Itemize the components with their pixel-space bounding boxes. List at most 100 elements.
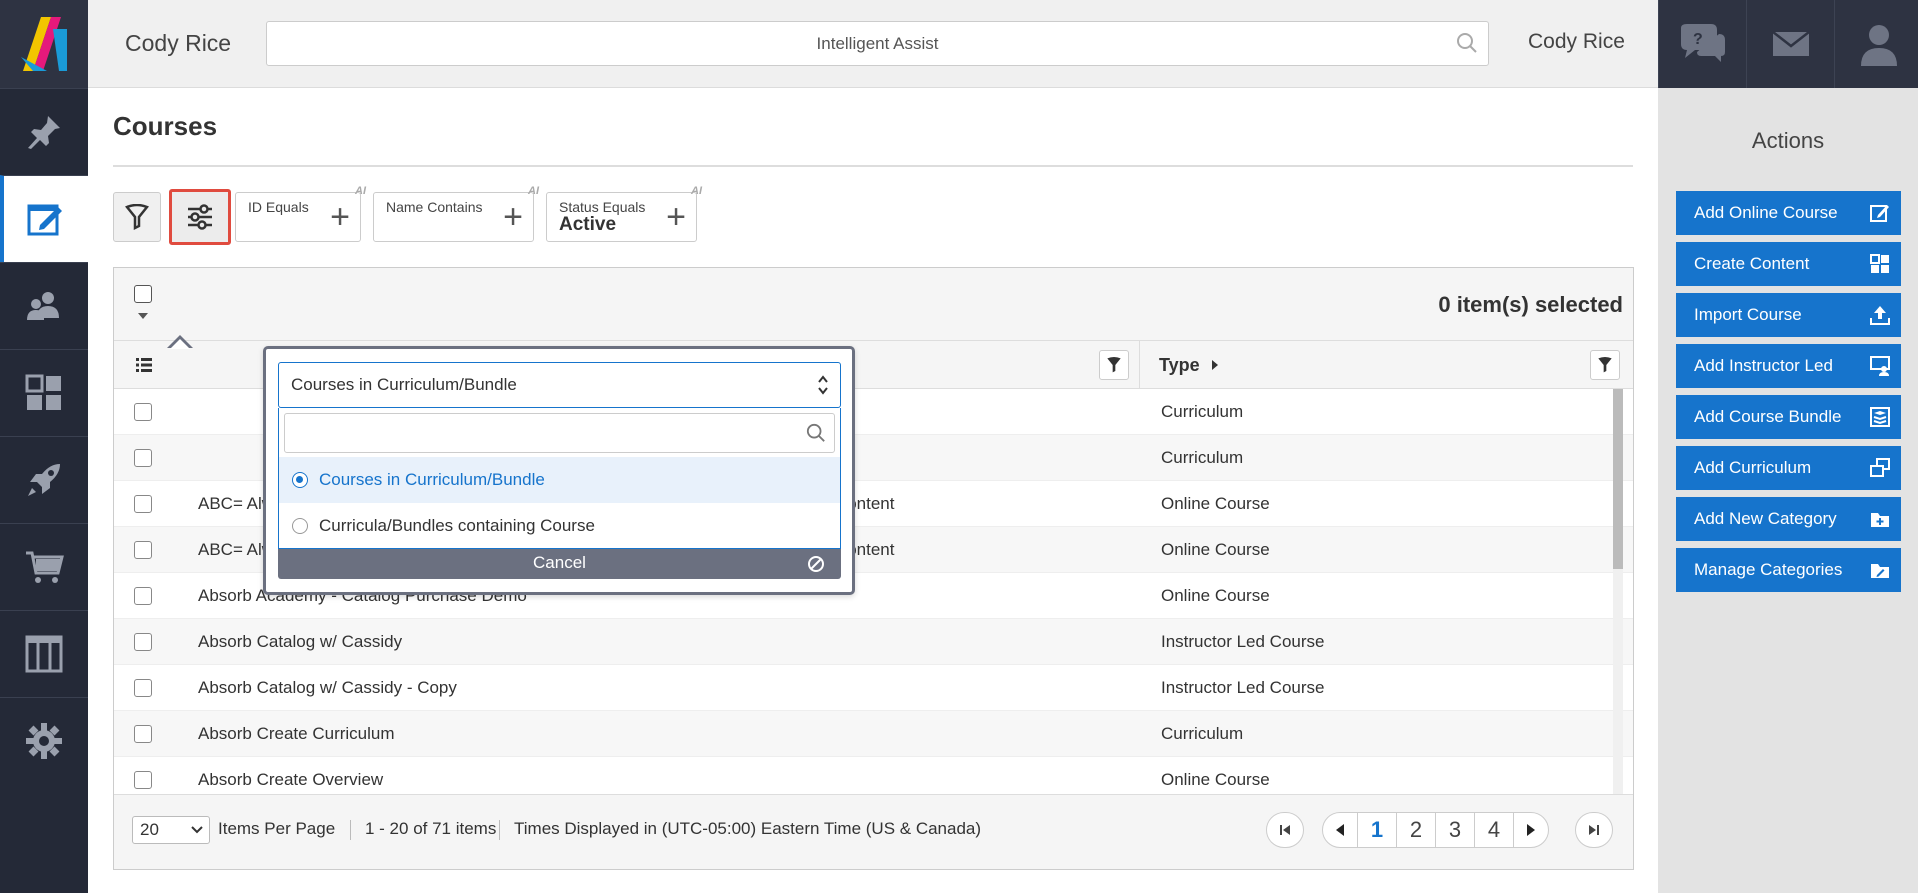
title-divider [113, 165, 1633, 167]
cart-icon [26, 551, 64, 583]
edit-icon [1870, 205, 1889, 222]
column-header-type[interactable]: Type [1159, 355, 1219, 376]
chip-label: Name Contains [386, 199, 483, 215]
row-checkbox[interactable] [134, 633, 152, 651]
page-title: Courses [113, 111, 218, 141]
add-icon[interactable]: + [503, 200, 523, 234]
action-label: Add New Category [1694, 509, 1837, 528]
table-row[interactable]: Absorb Create Overview Online Course [114, 757, 1633, 794]
row-type: Instructor Led Course [1161, 678, 1325, 697]
chip-label: Status Equals [559, 199, 646, 215]
search-placeholder: Intelligent Assist [816, 34, 939, 53]
action-label: Add Curriculum [1694, 458, 1812, 477]
row-name[interactable]: Absorb Catalog w/ Cassidy - Copy [198, 678, 457, 698]
row-name[interactable]: Absorb Create Overview [198, 770, 383, 790]
row-checkbox[interactable] [134, 541, 152, 559]
user-name-left[interactable]: Cody Rice [125, 30, 231, 57]
type-filter-button[interactable] [1590, 350, 1620, 380]
filter-mode-select[interactable]: Courses in Curriculum/Bundle [278, 362, 841, 408]
row-checkbox[interactable] [134, 587, 152, 605]
selected-count: 0 item(s) selected [1438, 292, 1623, 317]
help-chat-button[interactable]: ? [1658, 0, 1746, 88]
filter-chip-id[interactable]: ID Equals + AI [235, 185, 366, 242]
search-icon[interactable] [1456, 32, 1478, 54]
create-content-button[interactable]: Create Content [1676, 242, 1901, 286]
manage-categories-button[interactable]: Manage Categories [1676, 548, 1901, 592]
actions-panel: Actions Add Online Course Create Content… [1658, 88, 1918, 893]
row-name[interactable]: Absorb Catalog w/ Cassidy [198, 632, 402, 652]
page-button-2[interactable]: 2 [1396, 812, 1436, 848]
next-page-button[interactable] [1513, 812, 1549, 848]
timezone-text: Times Displayed in (UTC-05:00) Eastern T… [514, 819, 982, 838]
table-row[interactable]: Absorb Create Curriculum Curriculum [114, 711, 1633, 757]
filter-chip-status[interactable]: Status Equals Active + AI [546, 185, 702, 242]
row-checkbox[interactable] [134, 771, 152, 789]
filter-chip-name[interactable]: Name Contains + AI [373, 185, 539, 242]
add-instructor-led-button[interactable]: Add Instructor Led [1676, 344, 1901, 388]
nav-dashboard[interactable] [0, 349, 88, 436]
table-row[interactable]: Absorb Catalog w/ Cassidy - Copy Instruct… [114, 665, 1633, 711]
filter-mode-value: Courses in Curriculum/Bundle [291, 375, 517, 394]
row-type: Instructor Led Course [1161, 632, 1325, 651]
add-online-course-button[interactable]: Add Online Course [1676, 191, 1901, 235]
page-button-4[interactable]: 4 [1474, 812, 1514, 848]
search-input[interactable]: Intelligent Assist [266, 21, 1489, 66]
user-name-right[interactable]: Cody Rice [1528, 30, 1625, 54]
scrollbar-thumb[interactable] [1613, 389, 1623, 569]
items-per-page-select[interactable]: 20 [132, 816, 210, 844]
option-curricula-containing-course[interactable]: Curricula/Bundles containing Course [279, 503, 840, 549]
row-name[interactable]: Absorb Create Curriculum [198, 724, 395, 744]
chip-value: Active [559, 214, 617, 235]
first-page-button[interactable] [1266, 812, 1304, 848]
row-type: Online Course [1161, 494, 1270, 513]
add-icon[interactable]: + [330, 200, 350, 234]
row-checkbox[interactable] [134, 403, 152, 421]
add-curriculum-button[interactable]: Add Curriculum [1676, 446, 1901, 490]
nav-reports[interactable] [0, 610, 88, 697]
messages-button[interactable] [1746, 0, 1834, 88]
nav-launch[interactable] [0, 436, 88, 523]
nav-commerce[interactable] [0, 523, 88, 610]
row-type: Online Course [1161, 540, 1270, 559]
row-checkbox[interactable] [134, 495, 152, 513]
add-new-category-button[interactable]: Add New Category [1676, 497, 1901, 541]
cancel-button[interactable]: Cancel [278, 549, 841, 579]
nav-pin[interactable] [0, 88, 88, 175]
add-course-bundle-button[interactable]: Add Course Bundle [1676, 395, 1901, 439]
dashboard-icon [25, 374, 61, 410]
option-courses-in-curriculum[interactable]: Courses in Curriculum/Bundle [279, 457, 840, 503]
prev-page-button[interactable] [1322, 812, 1358, 848]
page-button-1[interactable]: 1 [1357, 812, 1397, 848]
nav-users[interactable] [0, 262, 88, 349]
row-checkbox[interactable] [134, 679, 152, 697]
profile-button[interactable] [1834, 0, 1918, 88]
row-checkbox[interactable] [134, 725, 152, 743]
row-checkbox[interactable] [134, 449, 152, 467]
page-button-3[interactable]: 3 [1435, 812, 1475, 848]
row-type: Curriculum [1161, 448, 1244, 467]
last-page-button[interactable] [1575, 812, 1613, 848]
filter-button[interactable] [113, 192, 161, 242]
logo[interactable] [0, 0, 88, 88]
add-icon[interactable]: + [666, 200, 686, 234]
instructor-icon [1870, 356, 1890, 376]
row-type: Curriculum [1161, 402, 1244, 421]
chevron-down-icon[interactable] [137, 312, 149, 320]
nav-settings[interactable] [0, 697, 88, 784]
grid-scrollbar[interactable] [1613, 389, 1623, 794]
chevron-left-icon [1336, 824, 1344, 836]
radio-icon [292, 518, 308, 534]
top-header: Cody Rice Intelligent Assist Cody Rice ? [88, 0, 1918, 88]
list-icon[interactable] [136, 358, 152, 372]
dropdown-search-input[interactable] [284, 413, 835, 453]
nav-courses[interactable] [0, 175, 88, 262]
column-filter-button[interactable] [1099, 350, 1129, 380]
ai-badge-icon: AI [355, 185, 366, 197]
table-row[interactable]: Absorb Catalog w/ Cassidy Instructor Led … [114, 619, 1633, 665]
action-label: Add Online Course [1694, 203, 1838, 222]
row-type: Online Course [1161, 586, 1270, 605]
column-divider [1139, 341, 1140, 389]
select-all-checkbox[interactable] [134, 285, 152, 303]
import-course-button[interactable]: Import Course [1676, 293, 1901, 337]
filter-options-button[interactable] [169, 189, 231, 245]
